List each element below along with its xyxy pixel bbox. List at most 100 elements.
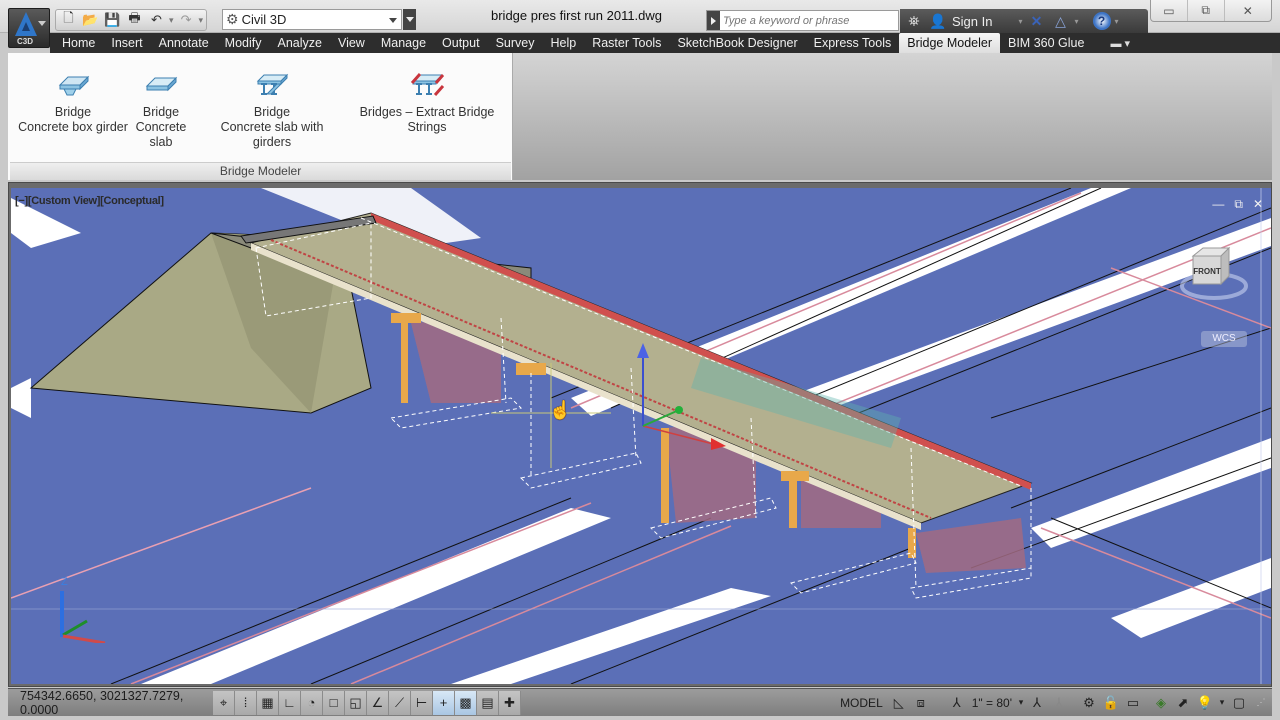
viewport-controls: — ⧉ ✕ (1212, 197, 1263, 212)
tab-insert[interactable]: Insert (103, 33, 150, 53)
isolate-objects-icon[interactable]: ◈ (1150, 692, 1172, 714)
gear-icon: ⚙ (226, 11, 239, 27)
tab-modify[interactable]: Modify (217, 33, 270, 53)
user-icon: 👤 (929, 12, 947, 29)
sign-in-button[interactable]: Sign In (952, 14, 992, 29)
viewcube[interactable]: FRONT (1179, 240, 1249, 310)
quick-properties-icon[interactable]: ▤ (477, 690, 499, 715)
close-button[interactable]: ✕ (1225, 0, 1271, 21)
minimize-button[interactable]: ▭ (1151, 0, 1188, 21)
3d-object-snap-icon[interactable]: ◱ (345, 690, 367, 715)
infocenter-bar: ⛯ 👤 Sign In ▾ ✕ △ ▾ ? ▾ (900, 9, 1148, 33)
workspace-switching-icon[interactable]: ⚙ (1078, 692, 1100, 714)
customize-qat-button[interactable] (403, 9, 416, 30)
tab-manage[interactable]: Manage (373, 33, 434, 53)
polar-tracking-icon[interactable]: ◔ (301, 690, 323, 715)
redo-dropdown-icon[interactable]: ▾ (199, 15, 204, 26)
a360-dropdown-icon[interactable]: ▾ (1075, 17, 1079, 26)
save-icon[interactable]: 💾 (103, 11, 122, 29)
tab-view[interactable]: View (330, 33, 373, 53)
window-controls: ▭ ⧉ ✕ (1150, 0, 1272, 22)
tab-home[interactable]: Home (54, 33, 103, 53)
undo-icon[interactable]: ↶ (147, 11, 166, 29)
workspace-label: Civil 3D (241, 12, 287, 27)
slab-with-girders-icon (256, 73, 289, 95)
resize-grip-icon[interactable]: ⋰ (1250, 692, 1272, 714)
help-button[interactable]: ? (1092, 12, 1111, 30)
tab-express-tools[interactable]: Express Tools (806, 33, 900, 53)
tab-annotate[interactable]: Annotate (151, 33, 217, 53)
tab-help[interactable]: Help (542, 33, 584, 53)
workspace-dropdown[interactable]: ⚙ Civil 3D (222, 9, 402, 30)
snap-mode-icon[interactable]: ⁞ (235, 690, 257, 715)
print-icon[interactable]: 🖶 (125, 10, 144, 29)
hand-cursor-icon: ☝ (549, 400, 572, 420)
status-menu-icon[interactable]: ▾ (1216, 692, 1228, 714)
search-box (706, 10, 899, 31)
chevron-down-icon (389, 18, 397, 23)
lightbulb-icon[interactable]: 💡 (1194, 692, 1216, 714)
annotation-visibility-icon[interactable]: ⅄ (1026, 692, 1048, 714)
sign-in-dropdown-icon[interactable]: ▾ (1018, 17, 1022, 26)
search-expand-button[interactable] (707, 11, 720, 30)
autodesk-360-icon[interactable]: △ (1051, 13, 1071, 30)
button-label-line1: Bridge (142, 105, 180, 119)
hardware-acceleration-icon[interactable]: ▭ (1122, 692, 1144, 714)
toolbar-lock-icon[interactable]: 🔓 (1100, 692, 1122, 714)
tab-survey[interactable]: Survey (488, 33, 543, 53)
annotation-scale-dropdown[interactable]: 1" = 80' (968, 696, 1016, 710)
tab-bim-360-glue[interactable]: BIM 360 Glue (1000, 33, 1092, 53)
chevron-down-icon (38, 21, 46, 26)
exchange-apps-icon[interactable]: ✕ (1027, 13, 1047, 30)
viewport-restore-button[interactable]: ⧉ (1234, 197, 1243, 212)
auto-scale-icon[interactable]: ⅄ (1048, 692, 1070, 714)
ortho-mode-icon[interactable]: ∟ (279, 690, 301, 715)
undo-dropdown-icon[interactable]: ▾ (169, 15, 174, 26)
tab-output[interactable]: Output (434, 33, 488, 53)
model-viewport[interactable]: [−][Custom View][Conceptual] ↱⌂ ⌂↵ — ⧉ ✕ … (11, 188, 1271, 684)
chevron-down-icon[interactable]: ▾ (1016, 692, 1026, 714)
application-menu-button[interactable]: C3D (8, 8, 50, 48)
new-icon[interactable]: 🗋 (59, 10, 78, 29)
clean-screen-icon[interactable]: ▢ (1228, 692, 1250, 714)
bridges-extract-bridge-strings-button[interactable]: Bridges – Extract Bridge Strings (344, 73, 510, 135)
lineweight-icon[interactable]: + (433, 690, 455, 715)
object-snap-tracking-icon[interactable]: ∠ (367, 690, 389, 715)
selection-cycling-icon[interactable]: ✚ (499, 690, 521, 715)
object-snap-icon[interactable]: □ (323, 690, 345, 715)
dynamic-ucs-icon[interactable]: ⟋ (389, 690, 411, 715)
ucs-menu[interactable]: WCS (1201, 331, 1247, 347)
viewport-close-button[interactable]: ✕ (1253, 197, 1263, 212)
infer-constraints-icon[interactable]: ⌖ (213, 690, 235, 715)
bridge-concrete-box-girder-button[interactable]: Bridge Concrete box girder (14, 73, 132, 135)
transparency-icon[interactable]: ▩ (455, 690, 477, 715)
bridge-concrete-slab-with-girders-button[interactable]: Bridge Concrete slab with girders (202, 73, 342, 150)
tab-analyze[interactable]: Analyze (269, 33, 329, 53)
chevron-down-icon (405, 17, 414, 22)
help-dropdown-icon[interactable]: ▾ (1115, 17, 1119, 26)
redo-icon[interactable]: ↷ (177, 11, 196, 29)
status-bar-spacer (521, 691, 835, 715)
bridge-concrete-slab-button[interactable]: Bridge Concrete slab (124, 73, 198, 150)
viewport-label[interactable]: [−][Custom View][Conceptual] (15, 195, 164, 207)
search-input[interactable] (720, 11, 898, 30)
model-space-button[interactable]: MODEL (835, 696, 888, 710)
grid-display-icon[interactable]: ▦ (257, 690, 279, 715)
annotation-scale-icon: ⅄ (952, 694, 961, 710)
drawing-area: [−][Custom View][Conceptual] ↱⌂ ⌂↵ — ⧉ ✕ … (8, 182, 1272, 687)
layout-icon[interactable]: ◺ (888, 692, 910, 714)
ribbon-minimize-button[interactable]: ▬ ▾ (1110, 37, 1130, 50)
button-label-line2: Concrete box girder (18, 120, 128, 134)
viewport-minimize-button[interactable]: — (1212, 197, 1224, 212)
quick-view-layouts-icon[interactable]: ⧈ (910, 692, 932, 714)
open-icon[interactable]: 📂 (81, 11, 100, 29)
binoculars-icon[interactable]: ⛯ (904, 13, 924, 30)
tab-sketchbook-designer[interactable]: SketchBook Designer (669, 33, 805, 53)
tab-raster-tools[interactable]: Raster Tools (584, 33, 669, 53)
coordinates-readout: 754342.6650, 3021327.7279, 0.0000 (20, 688, 184, 717)
restore-button[interactable]: ⧉ (1188, 0, 1225, 21)
status-bar: 754342.6650, 3021327.7279, 0.0000 ⌖ ⁞ ▦ … (8, 688, 1272, 717)
dynamic-input-icon[interactable]: ⊢ (411, 690, 433, 715)
open-drawing-icon[interactable]: ⬈ (1172, 692, 1194, 714)
tab-bridge-modeler[interactable]: Bridge Modeler (899, 33, 1000, 53)
